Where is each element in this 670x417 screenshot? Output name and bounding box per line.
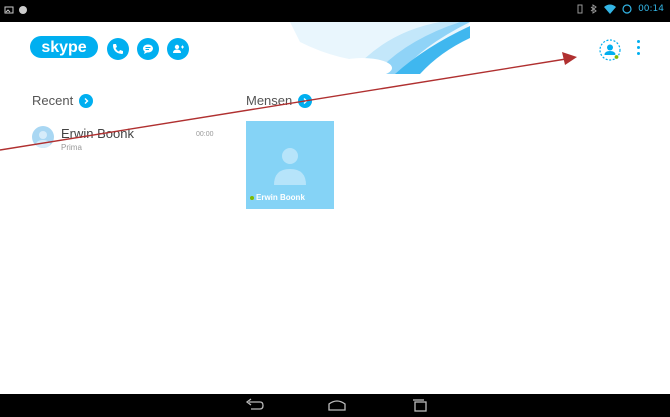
- people-title: Mensen: [246, 93, 293, 108]
- chevron-right-icon: [84, 97, 89, 104]
- contact-mood: Prima: [61, 143, 82, 152]
- contact-name: Erwin Boonk: [61, 126, 134, 141]
- contact-tile-label: Erwin Boonk: [250, 193, 305, 202]
- contact-tile[interactable]: Erwin Boonk: [246, 121, 334, 209]
- person-icon: [35, 131, 51, 148]
- back-button[interactable]: [245, 398, 265, 412]
- avatar: [32, 126, 54, 148]
- wifi-icon: [604, 4, 617, 14]
- status-bar-right: 00:14: [577, 4, 664, 14]
- people-header[interactable]: Mensen: [246, 93, 313, 108]
- presence-online-icon: [613, 54, 620, 60]
- navigation-bar: [0, 394, 670, 417]
- profile-icon: [604, 44, 616, 55]
- add-contact-icon: [173, 44, 184, 53]
- chat-button[interactable]: [137, 38, 159, 60]
- add-contact-button[interactable]: [167, 38, 189, 60]
- recent-header[interactable]: Recent: [32, 93, 94, 108]
- overflow-menu-dot: [636, 52, 640, 55]
- call-icon: [113, 44, 123, 54]
- alarm-icon: [622, 4, 632, 14]
- logo-text: skype: [41, 39, 86, 56]
- bluetooth-icon: [590, 4, 597, 14]
- gallery-notification-icon: [4, 6, 14, 14]
- header-decoration: [290, 22, 470, 74]
- contact-tile-name: Erwin Boonk: [256, 193, 305, 202]
- skype-logo: skype: [30, 36, 98, 58]
- call-button[interactable]: [107, 38, 129, 60]
- status-time: 00:14: [638, 4, 664, 14]
- home-button[interactable]: [327, 398, 347, 412]
- overflow-menu-dot: [636, 46, 640, 49]
- overflow-menu-button[interactable]: [634, 40, 642, 60]
- status-bar: 00:14: [0, 0, 670, 22]
- recent-apps-icon: [413, 399, 427, 412]
- home-icon: [328, 400, 346, 411]
- skype-notification-icon: [19, 6, 27, 14]
- conversation-time: 00:00: [196, 131, 214, 138]
- status-bar-left: [4, 5, 28, 15]
- people-expand-button[interactable]: [298, 93, 313, 108]
- presence-online-icon: [250, 195, 254, 200]
- recent-expand-button[interactable]: [79, 93, 94, 108]
- overflow-menu-icon: [636, 40, 640, 43]
- vibrate-icon: [577, 4, 583, 14]
- chat-icon: [143, 44, 153, 54]
- chevron-right-icon: [303, 97, 308, 104]
- recent-title: Recent: [32, 93, 74, 108]
- back-icon: [245, 398, 264, 410]
- profile-button[interactable]: [598, 38, 622, 62]
- person-silhouette-icon: [274, 148, 306, 185]
- recent-conversation-item[interactable]: Erwin Boonk Prima 00:00: [32, 124, 218, 156]
- recent-apps-button[interactable]: [410, 398, 430, 412]
